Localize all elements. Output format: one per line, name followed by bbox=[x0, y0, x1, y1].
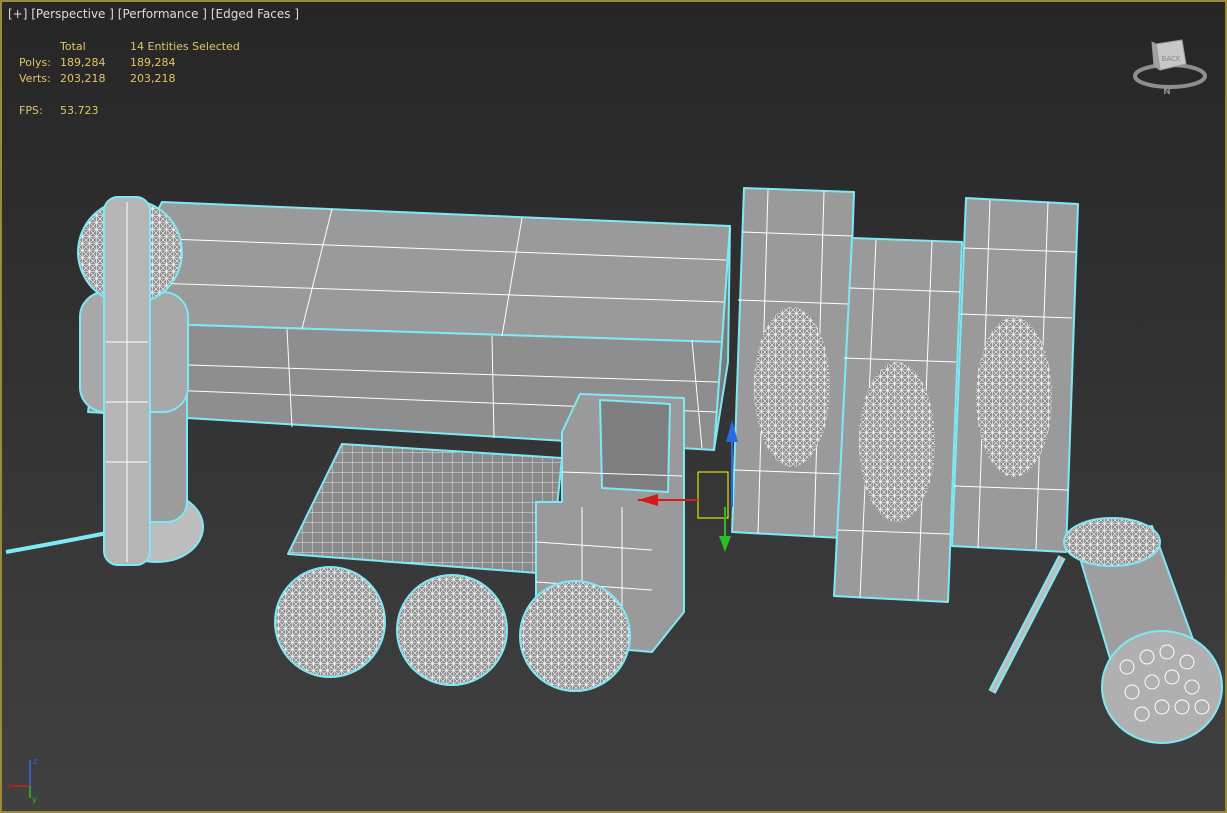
axis-x-label: x bbox=[7, 781, 12, 790]
viewport-label: [+] [Perspective ] [Performance ] [Edged… bbox=[8, 7, 299, 21]
tall-box-object-1[interactable] bbox=[731, 187, 855, 539]
stats-polys-selected: 189,284 bbox=[130, 56, 176, 69]
world-axis-tripod: z x y bbox=[7, 757, 37, 804]
sphere-object-3[interactable] bbox=[519, 580, 631, 692]
viewport-menu-shading[interactable]: [Performance ] bbox=[118, 7, 207, 21]
stats-col-selected: 14 Entities Selected bbox=[130, 40, 240, 53]
tall-box-object-3[interactable] bbox=[951, 197, 1079, 553]
perspective-viewport[interactable]: [+] [Perspective ] [Performance ] [Edged… bbox=[0, 0, 1227, 813]
viewcube-face-label: BACK bbox=[1162, 55, 1181, 63]
viewport-menu-general[interactable]: [+] bbox=[8, 7, 27, 21]
flat-plane-object[interactable] bbox=[287, 443, 563, 575]
axis-y-label: y bbox=[32, 795, 37, 804]
flashlight-object[interactable] bbox=[988, 517, 1223, 744]
stats-verts-selected: 203,218 bbox=[130, 72, 176, 85]
stats-fps-label: FPS: bbox=[19, 104, 43, 117]
tall-box-object-2[interactable] bbox=[833, 237, 963, 603]
stats-fps-value: 53.723 bbox=[60, 104, 99, 117]
sphere-object-1[interactable] bbox=[274, 566, 386, 678]
stats-col-total: Total bbox=[60, 40, 86, 53]
stats-polys-total: 189,284 bbox=[60, 56, 106, 69]
gizmo-plane-handle[interactable] bbox=[697, 471, 729, 519]
stats-verts-total: 203,218 bbox=[60, 72, 106, 85]
viewport-menu-edges[interactable]: [Edged Faces ] bbox=[211, 7, 299, 21]
viewcube[interactable]: BACK N bbox=[1132, 34, 1212, 96]
stats-verts-label: Verts: bbox=[19, 72, 51, 85]
axis-z-label: z bbox=[33, 757, 37, 766]
microphone-object[interactable] bbox=[5, 196, 204, 566]
sphere-object-2[interactable] bbox=[396, 574, 508, 686]
scene-objects[interactable] bbox=[2, 2, 1227, 813]
stats-polys-label: Polys: bbox=[19, 56, 51, 69]
viewcube-compass-label: N bbox=[1163, 87, 1171, 96]
viewcube-compass-ring[interactable] bbox=[1133, 63, 1207, 89]
viewport-menu-point-of-view[interactable]: [Perspective ] bbox=[31, 7, 114, 21]
